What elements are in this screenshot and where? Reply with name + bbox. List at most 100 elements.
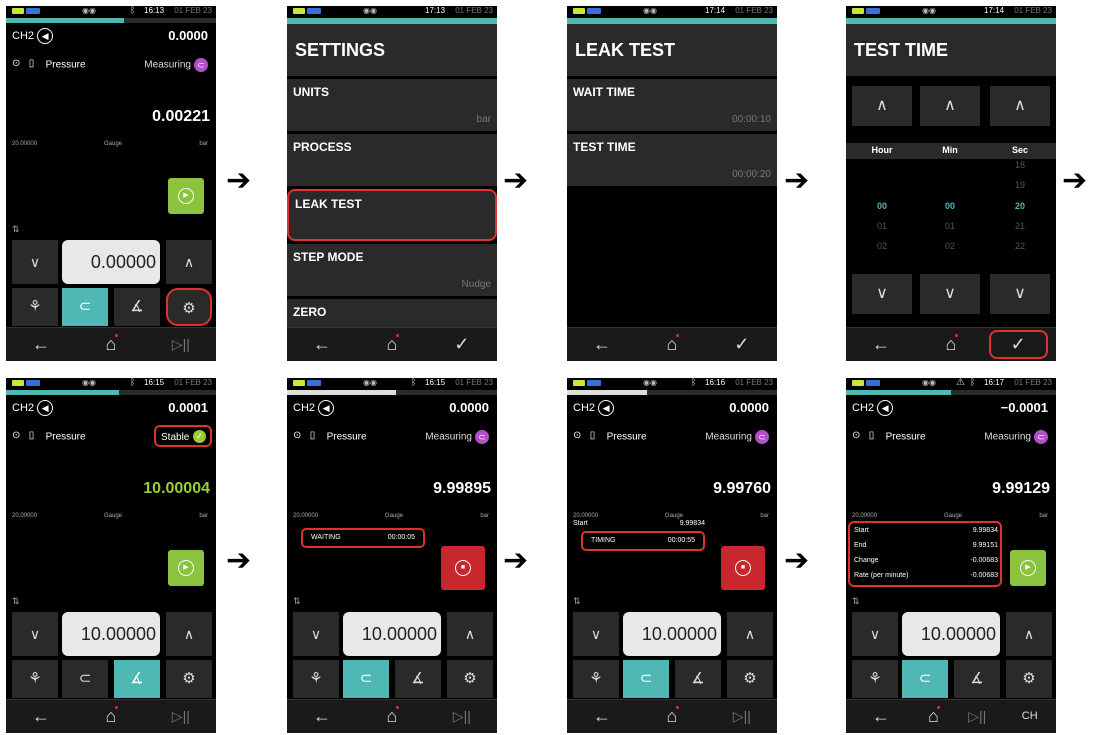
menu-item-leak-test[interactable]: LEAK TEST bbox=[287, 189, 497, 241]
pump-icon[interactable]: ⊂ bbox=[623, 660, 669, 698]
fan-icon[interactable]: ⚘ bbox=[293, 660, 339, 698]
home-button[interactable]: ⌂ bbox=[357, 328, 427, 361]
back-button[interactable]: ← bbox=[6, 700, 76, 733]
home-button[interactable]: ⌂ bbox=[76, 700, 146, 733]
pump-icon[interactable]: ⊂ bbox=[343, 660, 389, 698]
stop-button[interactable]: ■ bbox=[441, 546, 485, 590]
channel-label: CH2 bbox=[293, 401, 316, 414]
increment-button[interactable]: ∧ bbox=[1006, 612, 1052, 656]
channel-selector[interactable]: CH2 ◀ bbox=[573, 400, 615, 416]
min-down-button[interactable]: ∨ bbox=[920, 274, 980, 314]
fan-icon[interactable]: ⚘ bbox=[573, 660, 619, 698]
play-pause-button[interactable]: ▷|| bbox=[427, 700, 497, 733]
channel-selector[interactable]: CH2 ◀ bbox=[12, 400, 54, 416]
stop-button[interactable]: ■ bbox=[721, 546, 765, 590]
sec-option[interactable]: 18 bbox=[990, 160, 1050, 170]
sec-down-button[interactable]: ∨ bbox=[990, 274, 1050, 314]
back-button[interactable]: ← bbox=[567, 700, 637, 733]
confirm-button[interactable]: ✓ bbox=[427, 328, 497, 361]
home-button[interactable]: ⌂ bbox=[76, 328, 146, 361]
setpoint-value[interactable]: 10.00000 bbox=[343, 612, 441, 656]
swap-icon[interactable]: ⇅ bbox=[12, 224, 20, 235]
min-selected[interactable]: 00 bbox=[920, 201, 980, 211]
play-pause-button[interactable]: ▷|| bbox=[146, 700, 216, 733]
leak-test-icon[interactable]: ∡ bbox=[114, 660, 160, 698]
settings-gear-icon[interactable]: ⚙ bbox=[447, 660, 493, 698]
pump-icon[interactable]: ⊂ bbox=[62, 288, 108, 326]
min-option[interactable]: 01 bbox=[920, 221, 980, 231]
leak-test-icon[interactable]: ∡ bbox=[114, 288, 160, 326]
sec-up-button[interactable]: ∧ bbox=[990, 86, 1050, 126]
confirm-button[interactable]: ✓ bbox=[707, 328, 777, 361]
channel-button[interactable]: CH bbox=[1004, 700, 1057, 733]
increment-button[interactable]: ∧ bbox=[727, 612, 773, 656]
leak-test-icon[interactable]: ∡ bbox=[395, 660, 441, 698]
setpoint-value[interactable]: 10.00000 bbox=[902, 612, 1000, 656]
setpoint-value[interactable]: 0.00000 bbox=[62, 240, 160, 284]
min-up-button[interactable]: ∧ bbox=[920, 86, 980, 126]
menu-item-zero[interactable]: ZERO bbox=[287, 299, 497, 327]
increment-button[interactable]: ∧ bbox=[447, 612, 493, 656]
back-button[interactable]: ← bbox=[287, 700, 357, 733]
back-button[interactable]: ← bbox=[287, 328, 357, 361]
hour-option[interactable]: 02 bbox=[852, 241, 912, 251]
fan-icon[interactable]: ⚘ bbox=[852, 660, 898, 698]
hour-selected[interactable]: 00 bbox=[852, 201, 912, 211]
increment-button[interactable]: ∧ bbox=[166, 240, 212, 284]
sec-option[interactable]: 22 bbox=[990, 241, 1050, 251]
play-button[interactable]: ▶ bbox=[168, 550, 204, 586]
channel-selector[interactable]: CH2 ◀ bbox=[12, 28, 54, 44]
menu-item-step-mode[interactable]: STEP MODE Nudge bbox=[287, 244, 497, 296]
min-option[interactable]: 02 bbox=[920, 241, 980, 251]
menu-item-wait-time[interactable]: WAIT TIME 00:00:10 bbox=[567, 79, 777, 131]
menu-item-process[interactable]: PROCESS bbox=[287, 134, 497, 186]
play-pause-button[interactable]: ▷|| bbox=[146, 328, 216, 361]
back-button[interactable]: ← bbox=[846, 328, 916, 361]
leak-test-icon[interactable]: ∡ bbox=[954, 660, 1000, 698]
decrement-button[interactable]: ∨ bbox=[293, 612, 339, 656]
back-button[interactable]: ← bbox=[6, 328, 76, 361]
confirm-button[interactable]: ✓ bbox=[988, 330, 1048, 359]
pump-icon[interactable]: ⊂ bbox=[62, 660, 108, 698]
menu-item-units[interactable]: UNITS bar bbox=[287, 79, 497, 131]
fan-icon[interactable]: ⚘ bbox=[12, 660, 58, 698]
fan-icon[interactable]: ⚘ bbox=[12, 288, 58, 326]
hour-up-button[interactable]: ∧ bbox=[852, 86, 912, 126]
channel-selector[interactable]: CH2 ◀ bbox=[852, 400, 894, 416]
play-pause-button[interactable]: ▷|| bbox=[951, 700, 1004, 733]
back-button[interactable]: ← bbox=[567, 328, 637, 361]
decrement-button[interactable]: ∨ bbox=[12, 612, 58, 656]
pump-icon[interactable]: ⊂ bbox=[902, 660, 948, 698]
hour-option[interactable]: 01 bbox=[852, 221, 912, 231]
progress-bar bbox=[846, 390, 1056, 395]
decrement-button[interactable]: ∨ bbox=[573, 612, 619, 656]
swap-icon[interactable]: ⇅ bbox=[12, 596, 20, 607]
swap-icon[interactable]: ⇅ bbox=[852, 596, 860, 607]
play-button[interactable]: ▶ bbox=[1010, 550, 1046, 586]
menu-item-test-time[interactable]: TEST TIME 00:00:20 bbox=[567, 134, 777, 186]
home-button[interactable]: ⌂ bbox=[357, 700, 427, 733]
decrement-button[interactable]: ∨ bbox=[12, 240, 58, 284]
sec-option[interactable]: 19 bbox=[990, 180, 1050, 190]
setpoint-value[interactable]: 10.00000 bbox=[62, 612, 160, 656]
increment-button[interactable]: ∧ bbox=[166, 612, 212, 656]
home-button[interactable]: ⌂ bbox=[637, 700, 707, 733]
leak-test-icon[interactable]: ∡ bbox=[675, 660, 721, 698]
setpoint-value[interactable]: 10.00000 bbox=[623, 612, 721, 656]
settings-gear-icon[interactable]: ⚙ bbox=[166, 660, 212, 698]
settings-gear-icon[interactable]: ⚙ bbox=[1006, 660, 1052, 698]
home-button[interactable]: ⌂ bbox=[637, 328, 707, 361]
sec-selected[interactable]: 20 bbox=[990, 201, 1050, 211]
swap-icon[interactable]: ⇅ bbox=[293, 596, 301, 607]
channel-selector[interactable]: CH2 ◀ bbox=[293, 400, 335, 416]
play-button[interactable]: ▶ bbox=[168, 178, 204, 214]
sec-option[interactable]: 21 bbox=[990, 221, 1050, 231]
home-button[interactable]: ⌂ bbox=[916, 328, 986, 361]
decrement-button[interactable]: ∨ bbox=[852, 612, 898, 656]
settings-gear-icon[interactable]: ⚙ bbox=[727, 660, 773, 698]
hour-down-button[interactable]: ∨ bbox=[852, 274, 912, 314]
play-pause-button[interactable]: ▷|| bbox=[707, 700, 777, 733]
channel-arrow-icon: ◀ bbox=[598, 400, 615, 416]
swap-icon[interactable]: ⇅ bbox=[573, 596, 581, 607]
settings-gear-icon[interactable]: ⚙ bbox=[166, 288, 212, 326]
